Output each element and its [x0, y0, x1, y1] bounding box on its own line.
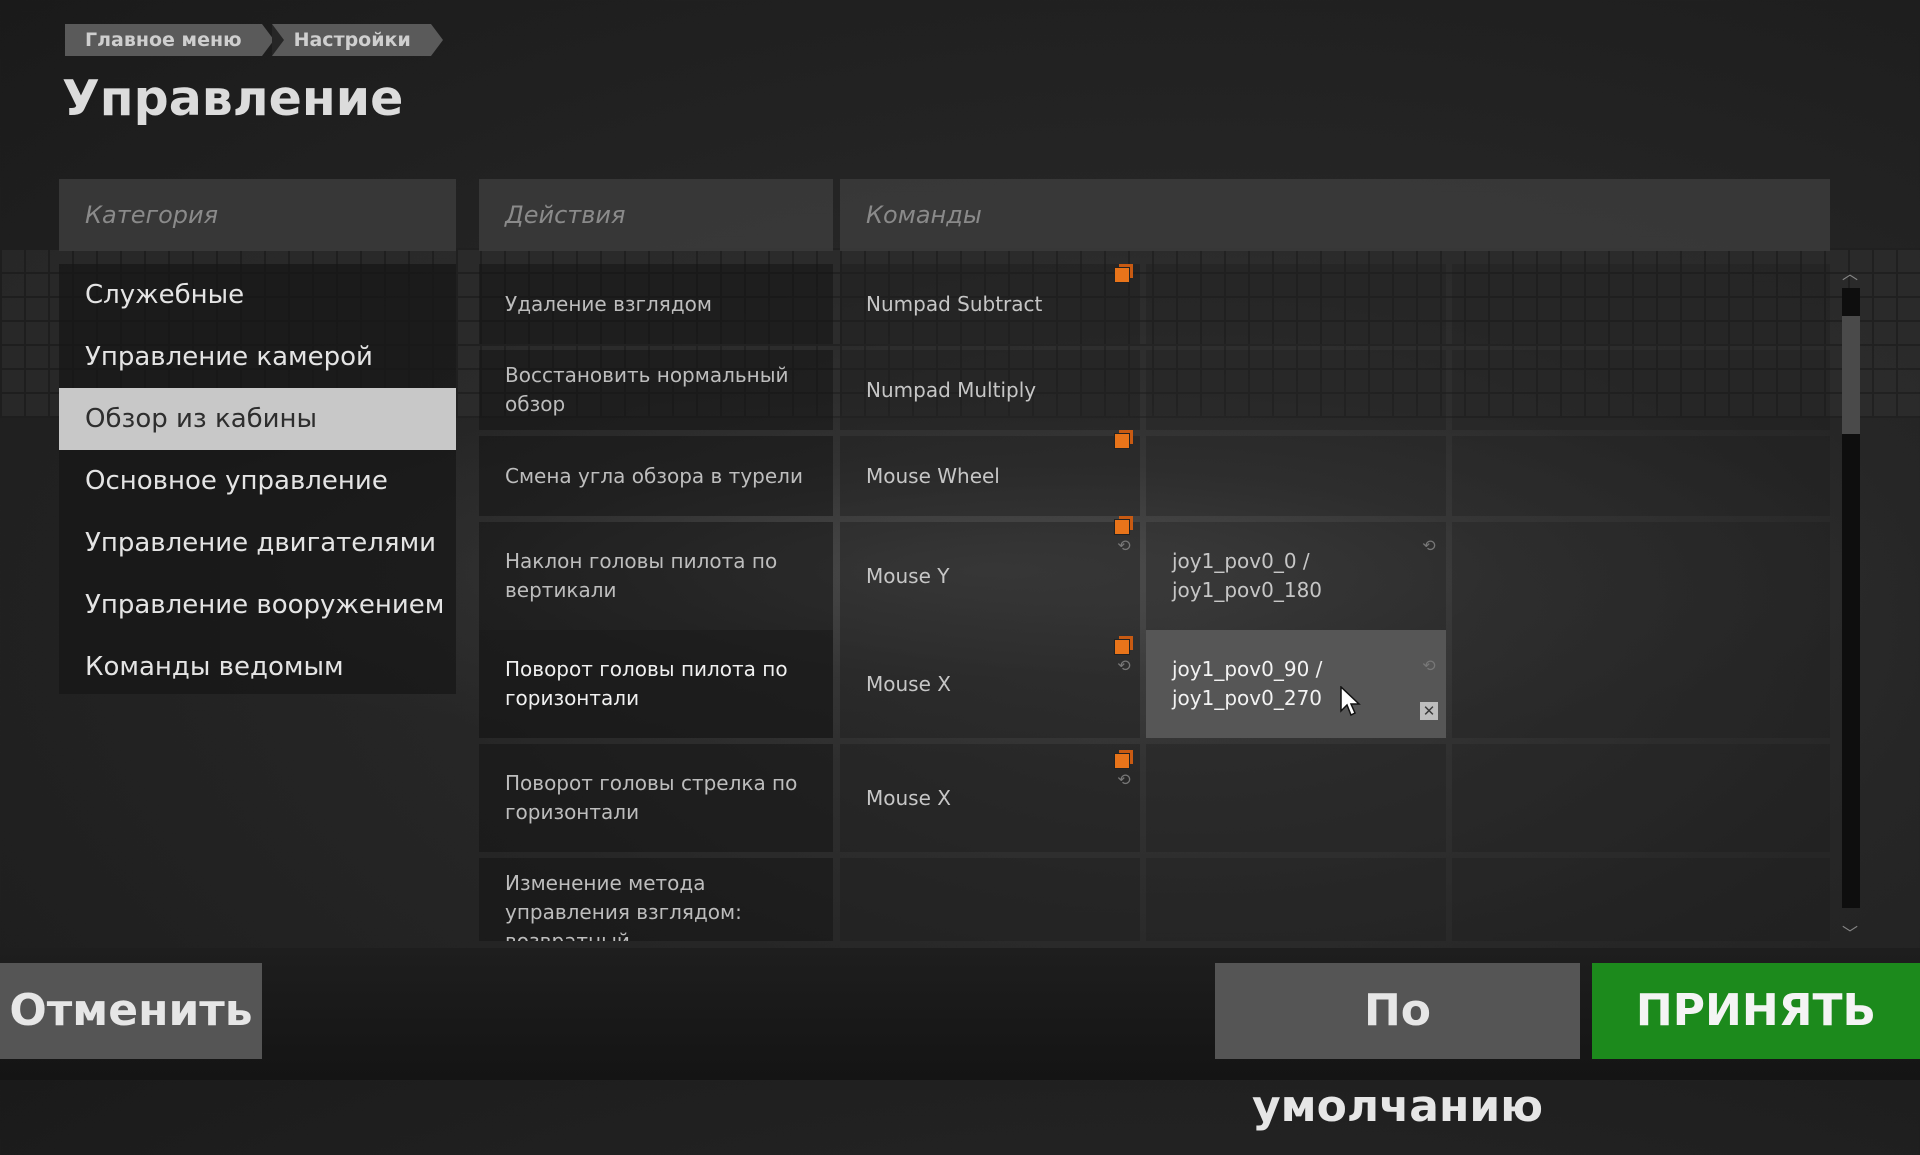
refresh-icon[interactable]: ⟲	[1115, 658, 1133, 674]
binding-cell-highlighted[interactable]: joy1_pov0_90 / joy1_pov0_270	[1146, 630, 1446, 738]
table-row-selected[interactable]: Поворот головы пилота по горизонтали Mou…	[479, 630, 1830, 738]
table-row[interactable]: Изменение метода управления взглядом: во…	[479, 858, 1830, 941]
category-item-weapons[interactable]: Управление вооружением	[59, 574, 456, 636]
action-label: Изменение метода управления взглядом: во…	[479, 858, 833, 941]
page-title: Управление	[62, 70, 404, 127]
action-label: Наклон головы пилота по вертикали	[479, 522, 833, 630]
chevron-down-icon[interactable]: ﹀	[1842, 920, 1858, 944]
action-label: Восстановить нормальный обзор	[479, 350, 833, 430]
category-item-camera[interactable]: Управление камерой	[59, 326, 456, 388]
category-item-cockpit-view[interactable]: Обзор из кабины	[59, 388, 456, 450]
header-commands: Команды	[840, 179, 1830, 251]
table-row[interactable]: Поворот головы стрелка по горизонтали Mo…	[479, 744, 1830, 852]
command-cell[interactable]: Numpad Multiply	[840, 350, 1140, 430]
binding-cell[interactable]	[1146, 744, 1446, 852]
category-item-engines[interactable]: Управление двигателями	[59, 512, 456, 574]
refresh-icon[interactable]: ⟲	[1420, 658, 1438, 674]
orange-icon[interactable]	[1115, 636, 1133, 654]
orange-icon[interactable]	[1115, 264, 1133, 282]
refresh-icon[interactable]: ⟲	[1420, 538, 1438, 554]
binding-cell[interactable]	[1146, 264, 1446, 344]
binding-cell-extra[interactable]	[1452, 436, 1830, 516]
command-cell[interactable]: F9	[840, 858, 1140, 941]
refresh-icon[interactable]: ⟲	[1115, 538, 1133, 554]
close-icon[interactable]: ✕	[1420, 702, 1438, 720]
accept-button[interactable]: ПРИНЯТЬ	[1592, 963, 1920, 1059]
header-category: Категория	[59, 179, 456, 251]
table-row[interactable]: Смена угла обзора в турели Mouse Wheel	[479, 430, 1830, 516]
binding-cell-extra[interactable]	[1452, 350, 1830, 430]
orange-icon[interactable]	[1115, 516, 1133, 534]
default-button[interactable]: По умолчанию	[1215, 963, 1580, 1132]
binding-cell[interactable]	[1146, 858, 1446, 941]
action-label: Поворот головы пилота по горизонтали	[479, 630, 833, 738]
table-row[interactable]: Наклон головы пилота по вертикали Mouse …	[479, 516, 1830, 630]
orange-icon[interactable]	[1115, 430, 1133, 448]
breadcrumb: Главное меню Настройки	[65, 24, 443, 56]
command-cell[interactable]: Mouse X	[840, 630, 1140, 738]
scroll-track[interactable]	[1842, 288, 1860, 908]
action-label: Удаление взглядом	[479, 264, 833, 344]
binding-cell-extra[interactable]	[1452, 858, 1830, 941]
refresh-icon[interactable]: ⟲	[1115, 772, 1133, 788]
binding-cell-extra[interactable]	[1452, 630, 1830, 738]
category-list: Служебные Управление камерой Обзор из ка…	[59, 264, 456, 694]
command-cell[interactable]: Mouse Y	[840, 522, 1140, 630]
header-actions: Действия	[479, 179, 833, 251]
mouse-cursor-icon	[1340, 686, 1361, 717]
chevron-up-icon[interactable]: ︿	[1842, 260, 1858, 284]
breadcrumb-settings[interactable]: Настройки	[271, 24, 443, 56]
cancel-button[interactable]: Отменить	[0, 963, 262, 1059]
binding-cell-extra[interactable]	[1452, 522, 1830, 630]
table-row[interactable]: Восстановить нормальный обзор Numpad Mul…	[479, 350, 1830, 430]
binding-cell-extra[interactable]	[1452, 744, 1830, 852]
category-item-service[interactable]: Служебные	[59, 264, 456, 326]
action-label: Поворот головы стрелка по горизонтали	[479, 744, 833, 852]
actions-table: Удаление взглядом Numpad Subtract Восста…	[479, 256, 1830, 941]
binding-cell[interactable]: joy1_pov0_0 / joy1_pov0_180	[1146, 522, 1446, 630]
scroll-thumb[interactable]	[1842, 316, 1860, 434]
binding-cell[interactable]	[1146, 436, 1446, 516]
category-item-wingmen[interactable]: Команды ведомым	[59, 636, 456, 698]
binding-cell-extra[interactable]	[1452, 264, 1830, 344]
orange-icon[interactable]	[1115, 750, 1133, 768]
scrollbar[interactable]: ︿ ﹀	[1840, 260, 1862, 943]
breadcrumb-main-menu[interactable]: Главное меню	[65, 24, 274, 56]
category-item-basic-controls[interactable]: Основное управление	[59, 450, 456, 512]
command-cell[interactable]: Mouse X	[840, 744, 1140, 852]
action-label: Смена угла обзора в турели	[479, 436, 833, 516]
command-cell[interactable]: Mouse Wheel	[840, 436, 1140, 516]
command-cell[interactable]: Numpad Subtract	[840, 264, 1140, 344]
binding-cell[interactable]	[1146, 350, 1446, 430]
table-row[interactable]: Удаление взглядом Numpad Subtract	[479, 264, 1830, 344]
